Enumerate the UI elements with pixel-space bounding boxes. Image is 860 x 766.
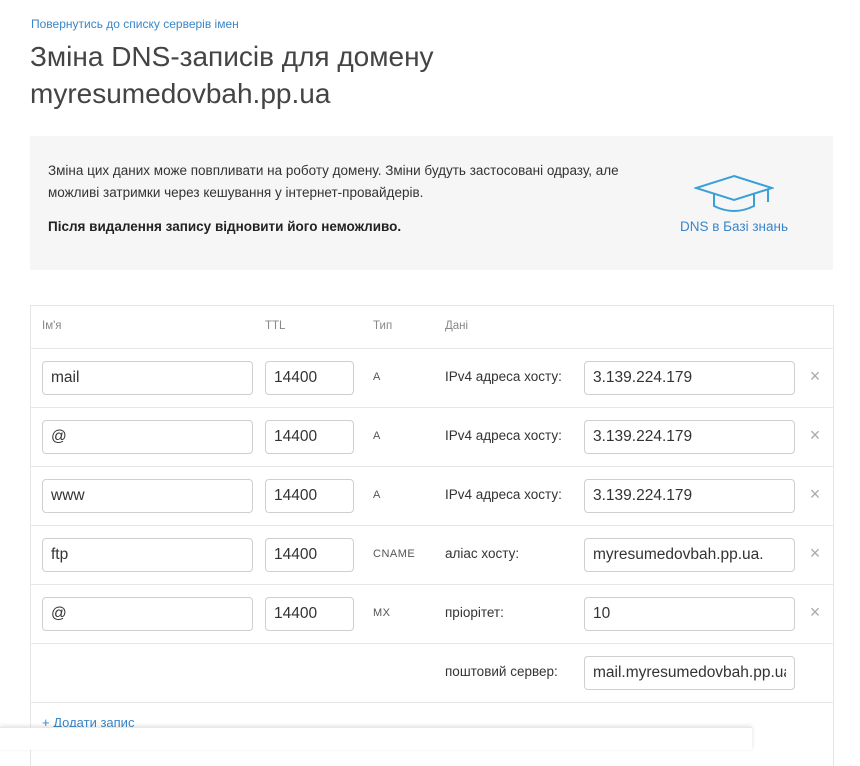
graduation-cap-icon bbox=[694, 174, 774, 212]
page-title: Зміна DNS-записів для домену myresumedov… bbox=[30, 41, 434, 109]
record-ttl-input[interactable] bbox=[265, 420, 354, 454]
record-name-input[interactable] bbox=[42, 420, 253, 454]
knowledge-base-block[interactable]: DNS в Базі знань bbox=[670, 174, 798, 236]
record-name-input[interactable] bbox=[42, 361, 253, 395]
info-box: Зміна цих даних може повпливати на робот… bbox=[30, 136, 833, 270]
record-data-input[interactable] bbox=[584, 597, 795, 631]
record-data-input[interactable] bbox=[584, 420, 795, 454]
info-text: Зміна цих даних може повпливати на робот… bbox=[48, 163, 619, 200]
record-data-label: аліас хосту: bbox=[445, 546, 520, 561]
mail-server-input[interactable] bbox=[584, 656, 795, 690]
info-warning: Після видалення запису відновити його не… bbox=[48, 219, 402, 234]
record-type: CNAME bbox=[373, 548, 416, 560]
back-to-nameservers-link[interactable]: Повернутись до списку серверів імен bbox=[31, 17, 239, 31]
delete-record-icon[interactable]: × bbox=[807, 602, 823, 622]
record-data-input[interactable] bbox=[584, 361, 795, 395]
header-ttl: TTL bbox=[265, 320, 286, 332]
record-data-input[interactable] bbox=[584, 538, 795, 572]
delete-record-icon[interactable]: × bbox=[807, 366, 823, 386]
dns-records-table: Ім'я TTL Тип Дані A IPv4 адреса хосту: ×… bbox=[30, 305, 834, 766]
record-type: A bbox=[373, 371, 381, 383]
table-row: A IPv4 адреса хосту: × bbox=[31, 408, 833, 467]
delete-record-icon[interactable]: × bbox=[807, 484, 823, 504]
record-data-label: IPv4 адреса хосту: bbox=[445, 428, 562, 443]
record-type: A bbox=[373, 489, 381, 501]
bottom-overlay-bar bbox=[0, 727, 752, 750]
table-header: Ім'я TTL Тип Дані bbox=[31, 306, 833, 349]
table-row: A IPv4 адреса хосту: × bbox=[31, 467, 833, 526]
record-ttl-input[interactable] bbox=[265, 479, 354, 513]
header-data: Дані bbox=[445, 320, 469, 332]
record-data-label: пріорітет: bbox=[445, 605, 504, 620]
delete-record-icon[interactable]: × bbox=[807, 543, 823, 563]
record-name-input[interactable] bbox=[42, 479, 253, 513]
table-row: A IPv4 адреса хосту: × bbox=[31, 349, 833, 408]
header-type: Тип bbox=[373, 320, 393, 332]
kb-dns-link[interactable]: DNS в Базі знань bbox=[680, 219, 788, 234]
record-type: A bbox=[373, 430, 381, 442]
record-ttl-input[interactable] bbox=[265, 597, 354, 631]
record-ttl-input[interactable] bbox=[265, 538, 354, 572]
record-data-label: IPv4 адреса хосту: bbox=[445, 487, 562, 502]
record-ttl-input[interactable] bbox=[265, 361, 354, 395]
delete-record-icon[interactable]: × bbox=[807, 425, 823, 445]
table-row: MX пріорітет: × bbox=[31, 585, 833, 644]
record-name-input[interactable] bbox=[42, 597, 253, 631]
header-name: Ім'я bbox=[42, 320, 62, 332]
record-name-input[interactable] bbox=[42, 538, 253, 572]
table-row: CNAME аліас хосту: × bbox=[31, 526, 833, 585]
record-type: MX bbox=[373, 607, 391, 619]
mail-server-label: поштовий сервер: bbox=[445, 664, 558, 679]
table-row-mx-server: поштовий сервер: bbox=[31, 644, 833, 703]
record-data-input[interactable] bbox=[584, 479, 795, 513]
record-data-label: IPv4 адреса хосту: bbox=[445, 369, 562, 384]
